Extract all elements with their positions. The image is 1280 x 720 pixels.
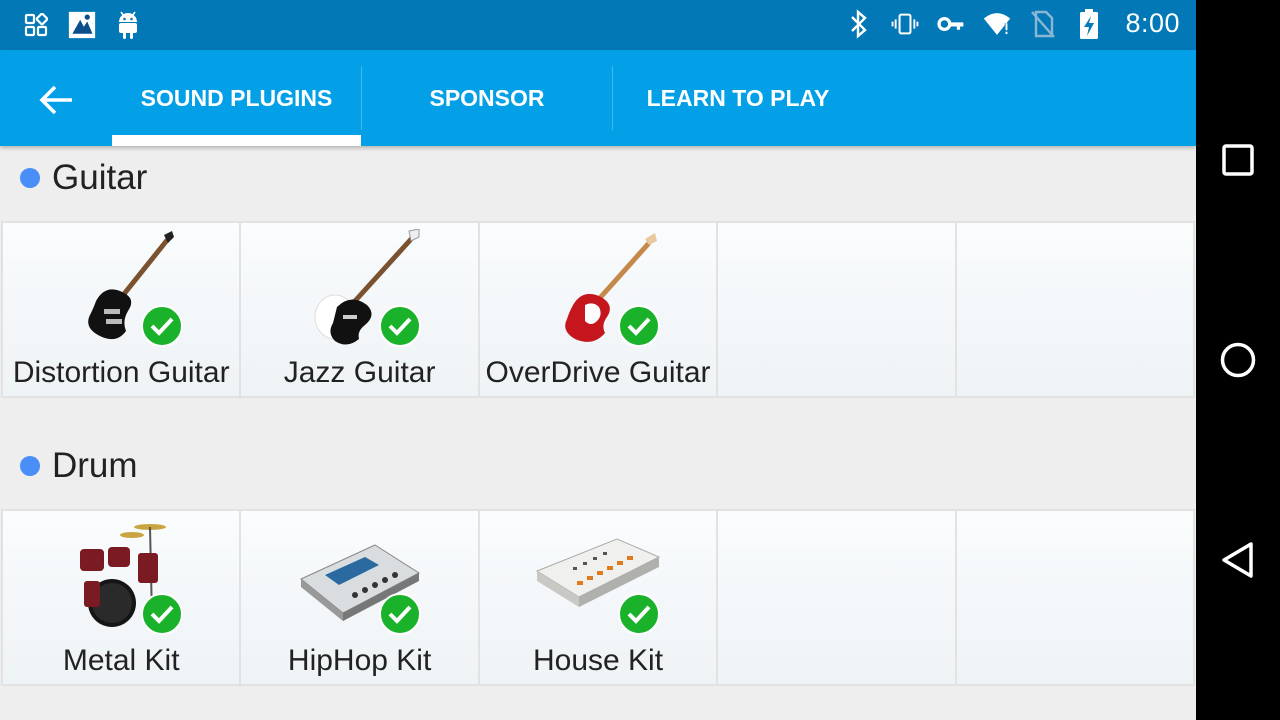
android-icon — [114, 10, 142, 40]
section-title: Drum — [52, 446, 138, 485]
system-back-button[interactable] — [1213, 535, 1263, 585]
plugin-label: House Kit — [532, 644, 664, 677]
empty-tile — [718, 511, 955, 684]
plugin-label: OverDrive Guitar — [485, 356, 711, 389]
home-circle-icon — [1220, 342, 1256, 378]
arrow-back-icon — [39, 85, 72, 115]
vibrate-icon — [891, 9, 919, 39]
empty-tile — [956, 223, 1194, 396]
tab-sponsor[interactable]: SPONSOR — [362, 50, 612, 146]
tab-sound-plugins[interactable]: SOUND PLUGINS — [112, 50, 361, 146]
guitar-plugin-grid: Distortion Guitar Jazz Guitar OverDrive … — [1, 221, 1195, 398]
selected-tab-indicator — [112, 135, 361, 146]
installed-check-icon — [617, 593, 660, 635]
section-header-guitar: Guitar — [20, 158, 147, 198]
bullet-dot-icon — [20, 168, 40, 188]
section-title: Guitar — [52, 158, 148, 197]
image-notification-icon — [68, 10, 96, 40]
recents-button[interactable] — [1213, 135, 1263, 185]
installed-check-icon — [617, 305, 660, 347]
section-header-drum: Drum — [20, 446, 138, 486]
plugin-tile-metal-kit[interactable]: Metal Kit — [3, 511, 240, 684]
bullet-dot-icon — [20, 456, 40, 476]
empty-tile — [718, 223, 955, 396]
vpn-key-icon — [937, 9, 965, 39]
app-bar: SOUND PLUGINS SPONSOR LEARN TO PLAY — [0, 50, 1196, 146]
battery-charging-icon — [1075, 8, 1103, 39]
status-bar-notifications — [22, 10, 142, 40]
tab-label: SPONSOR — [429, 84, 545, 111]
bluetooth-icon — [845, 8, 873, 39]
status-bar: 8:00 — [0, 0, 1196, 50]
no-sim-icon — [1029, 9, 1057, 39]
plugin-label: Distortion Guitar — [12, 356, 230, 389]
empty-tile — [956, 511, 1194, 684]
tab-label: LEARN TO PLAY — [646, 84, 830, 111]
tab-learn-to-play[interactable]: LEARN TO PLAY — [613, 50, 863, 146]
apps-grid-icon — [22, 10, 50, 40]
plugin-tile-hiphop-kit[interactable]: HipHop Kit — [241, 511, 478, 684]
system-navigation-bar — [1196, 0, 1280, 720]
recents-square-icon — [1222, 144, 1254, 176]
status-time: 8:00 — [1125, 8, 1180, 38]
home-button[interactable] — [1213, 335, 1263, 385]
installed-check-icon — [141, 305, 183, 347]
status-bar-system-icons: 8:00 — [845, 8, 1180, 39]
plugin-label: Jazz Guitar — [283, 356, 436, 389]
plugin-tile-house-kit[interactable]: House Kit — [479, 511, 717, 684]
plugin-label: HipHop Kit — [287, 644, 432, 677]
back-button[interactable] — [30, 78, 82, 122]
plugin-label: Metal Kit — [62, 644, 180, 677]
plugin-tile-distortion-guitar[interactable]: Distortion Guitar — [3, 223, 240, 396]
back-triangle-icon — [1222, 542, 1253, 578]
wifi-icon — [983, 9, 1011, 39]
plugin-list[interactable]: Guitar Distortion Guitar Jazz Guitar Ove… — [0, 146, 1196, 720]
drum-plugin-grid: Metal Kit HipHop Kit House Kit — [1, 509, 1195, 686]
installed-check-icon — [141, 593, 183, 635]
plugin-tile-overdrive-guitar[interactable]: OverDrive Guitar — [479, 223, 717, 396]
plugin-tile-jazz-guitar[interactable]: Jazz Guitar — [241, 223, 478, 396]
tab-label: SOUND PLUGINS — [140, 84, 333, 111]
